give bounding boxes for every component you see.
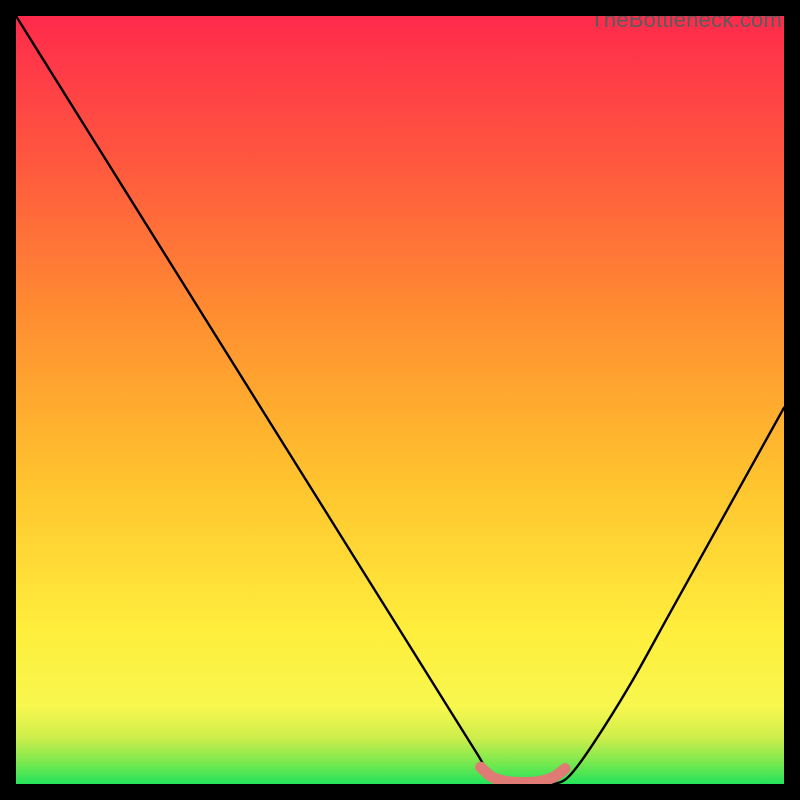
chart-frame: TheBottleneck.com <box>0 0 800 800</box>
bottleneck-chart <box>16 16 784 784</box>
watermark-text: TheBottleneck.com <box>590 7 782 33</box>
chart-background <box>16 16 784 784</box>
